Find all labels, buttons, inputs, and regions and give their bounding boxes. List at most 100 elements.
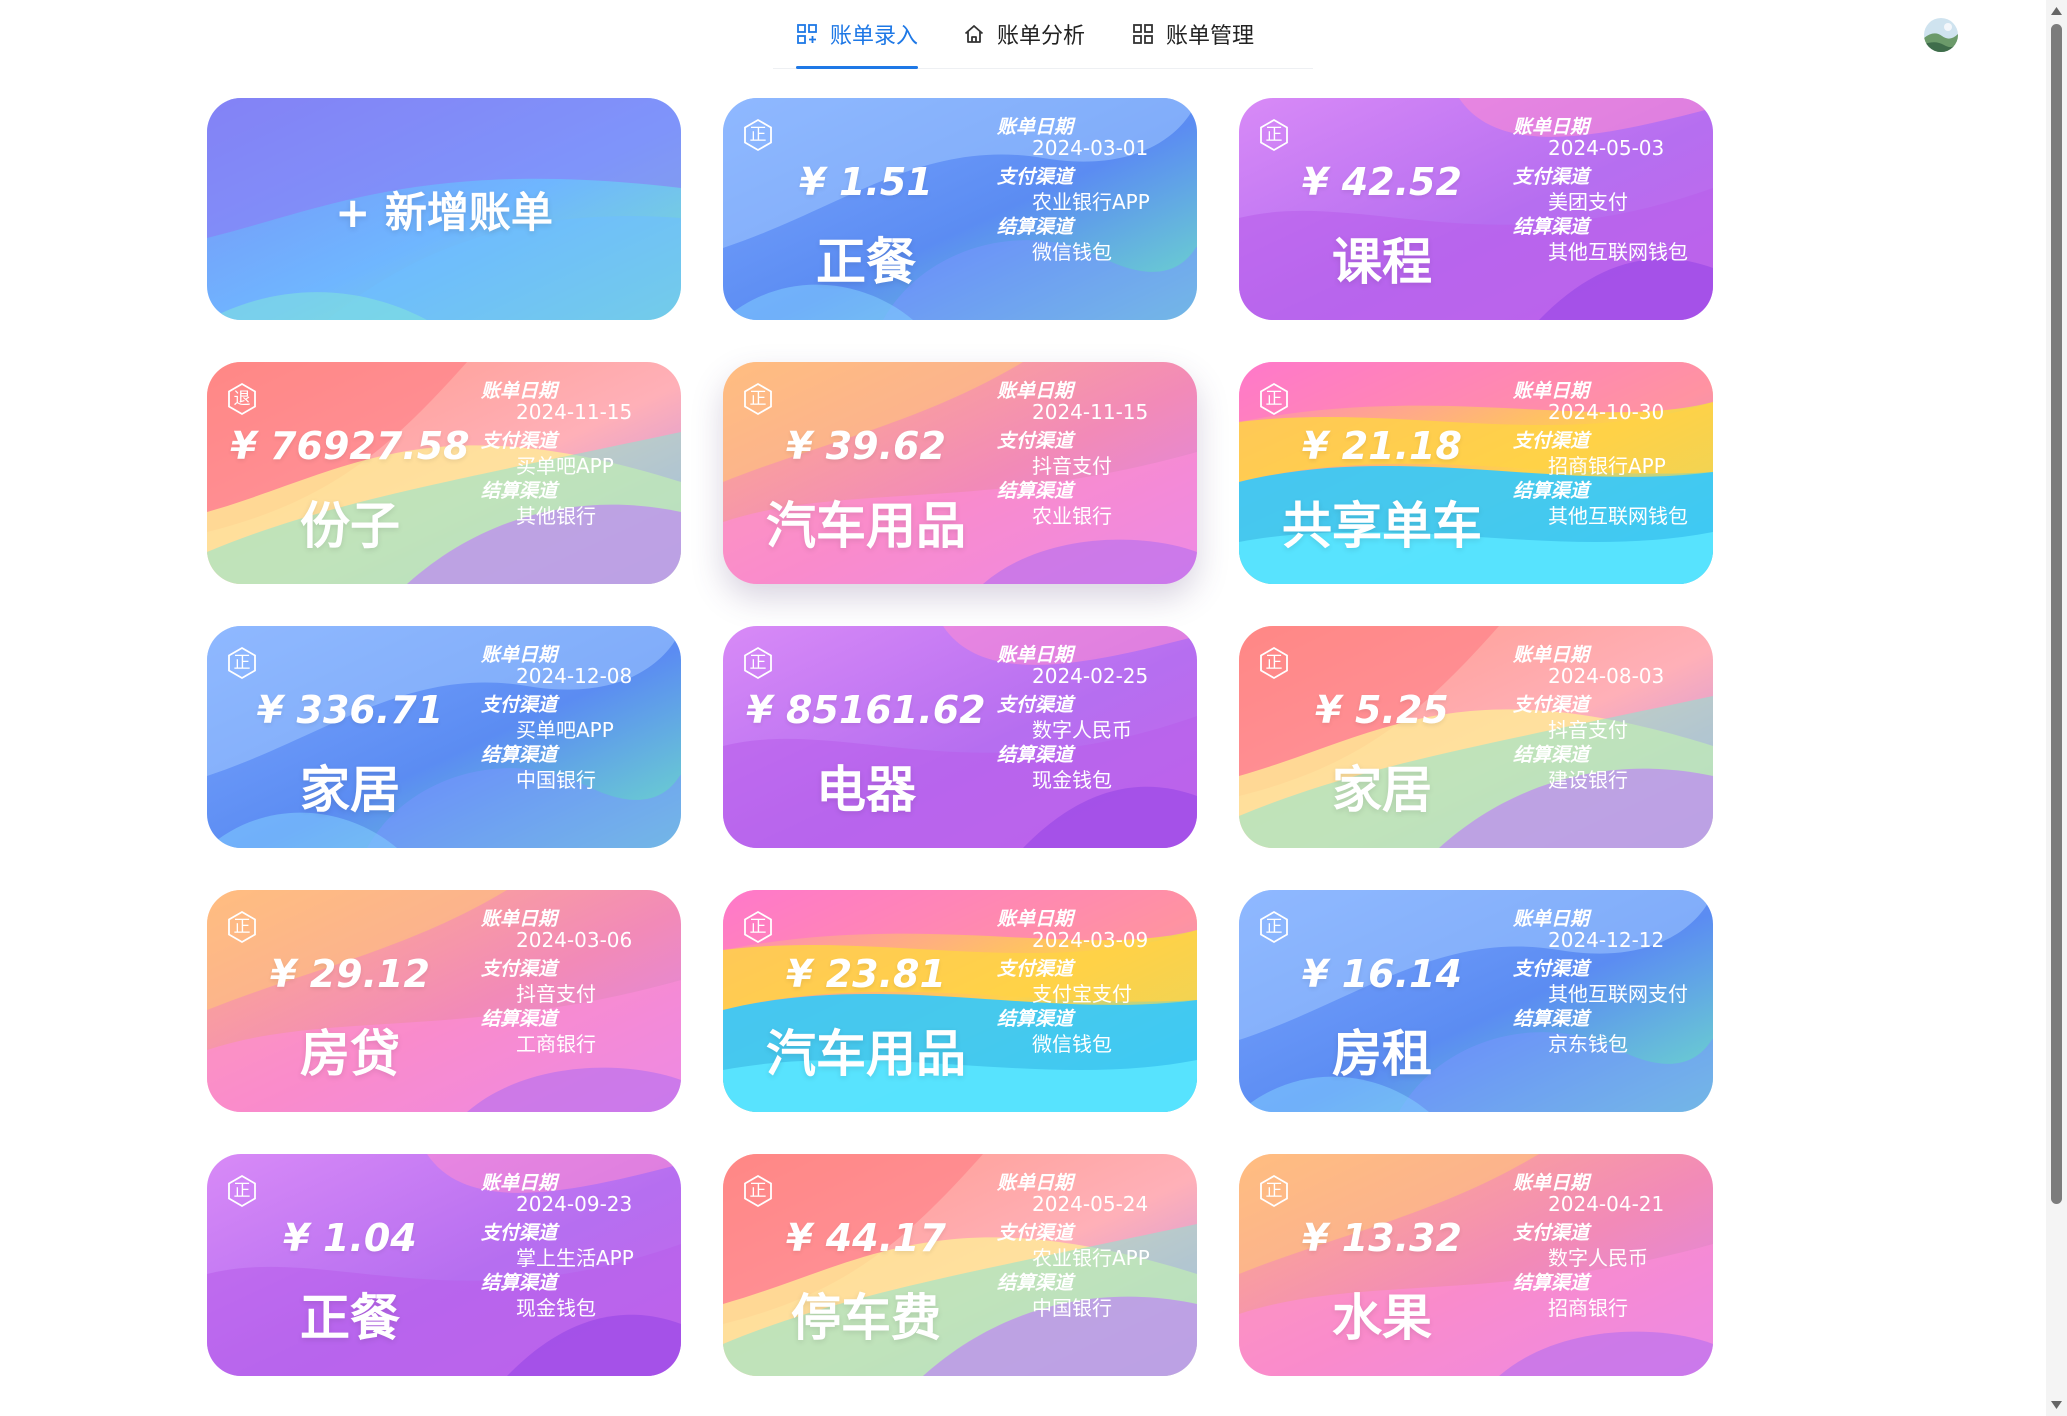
bill-card[interactable]: 退 ¥ 76927.58 份子 账单日期 2024-11-15 支付渠道 买单吧… bbox=[207, 362, 681, 584]
bill-date: 2024-09-23 bbox=[516, 1192, 633, 1216]
bill-card[interactable]: 正 ¥ 16.14 房租 账单日期 2024-12-12 支付渠道 其他互联网支… bbox=[1239, 890, 1713, 1112]
pay-channel-label: 支付渠道 bbox=[481, 430, 558, 452]
settle-channel-value: 微信钱包 bbox=[1032, 1032, 1112, 1056]
date-label: 账单日期 bbox=[997, 380, 1074, 402]
bill-type-badge-icon: 正 bbox=[1257, 646, 1291, 680]
bill-card[interactable]: 正 ¥ 85161.62 电器 账单日期 2024-02-25 支付渠道 数字人… bbox=[723, 626, 1197, 848]
bill-card[interactable]: 正 ¥ 23.81 汽车用品 账单日期 2024-03-09 支付渠道 支付宝支… bbox=[723, 890, 1197, 1112]
bill-type-text: 正 bbox=[233, 1180, 251, 1201]
bill-card[interactable]: 正 ¥ 13.32 水果 账单日期 2024-04-21 支付渠道 数字人民币 … bbox=[1239, 1154, 1713, 1376]
bill-type-text: 正 bbox=[749, 1180, 767, 1201]
settle-channel-value: 中国银行 bbox=[1032, 1296, 1112, 1320]
bill-amount: ¥ 39.62 bbox=[786, 424, 946, 468]
bill-type-badge-icon: 正 bbox=[741, 646, 775, 680]
bill-amount: ¥ 1.04 bbox=[283, 1216, 417, 1260]
date-label: 账单日期 bbox=[1513, 1172, 1590, 1194]
bill-type-text: 正 bbox=[749, 916, 767, 937]
bill-card[interactable]: 正 ¥ 1.04 正餐 账单日期 2024-09-23 支付渠道 掌上生活APP… bbox=[207, 1154, 681, 1376]
bill-amount: ¥ 336.71 bbox=[256, 688, 444, 732]
bill-amount: ¥ 16.14 bbox=[1302, 952, 1462, 996]
date-label: 账单日期 bbox=[1513, 908, 1590, 930]
bill-type-badge-icon: 正 bbox=[225, 646, 259, 680]
pay-channel-label: 支付渠道 bbox=[1513, 166, 1590, 188]
bill-card[interactable]: 正 ¥ 5.25 家居 账单日期 2024-08-03 支付渠道 抖音支付 结算… bbox=[1239, 626, 1713, 848]
bill-date: 2024-05-03 bbox=[1548, 136, 1665, 160]
tab-bill-management[interactable]: 账单管理 bbox=[1132, 0, 1254, 68]
bill-date: 2024-03-09 bbox=[1032, 928, 1149, 952]
bill-amount: ¥ 42.52 bbox=[1302, 160, 1462, 204]
bill-type-badge-icon: 正 bbox=[741, 1174, 775, 1208]
bill-card[interactable]: 正 ¥ 42.52 课程 账单日期 2024-05-03 支付渠道 美团支付 结… bbox=[1239, 98, 1713, 320]
bill-type-text: 正 bbox=[1265, 652, 1283, 673]
home-icon bbox=[963, 23, 985, 45]
settle-channel-label: 结算渠道 bbox=[997, 480, 1074, 502]
bill-date: 2024-10-30 bbox=[1548, 400, 1665, 424]
bill-card[interactable]: 正 ¥ 44.17 停车费 账单日期 2024-05-24 支付渠道 农业银行A… bbox=[723, 1154, 1197, 1376]
tab-label: 账单分析 bbox=[997, 24, 1086, 49]
bill-type-badge-icon: 正 bbox=[741, 118, 775, 152]
settle-channel-label: 结算渠道 bbox=[1513, 1008, 1590, 1030]
bill-type-badge-icon: 正 bbox=[1257, 910, 1291, 944]
bill-type-text: 正 bbox=[1265, 388, 1283, 409]
pay-channel-value: 掌上生活APP bbox=[516, 1246, 634, 1270]
bill-card[interactable]: 正 ¥ 336.71 家居 账单日期 2024-12-08 支付渠道 买单吧AP… bbox=[207, 626, 681, 848]
pay-channel-value: 数字人民币 bbox=[1548, 1246, 1648, 1270]
pay-channel-label: 支付渠道 bbox=[481, 958, 558, 980]
bill-type-badge-icon: 正 bbox=[225, 1174, 259, 1208]
bill-amount: ¥ 23.81 bbox=[786, 952, 946, 996]
settle-channel-value: 建设银行 bbox=[1548, 768, 1628, 792]
settle-channel-label: 结算渠道 bbox=[1513, 216, 1590, 238]
pay-channel-value: 其他互联网支付 bbox=[1548, 982, 1688, 1006]
bill-category: 课程 bbox=[1332, 233, 1432, 291]
date-label: 账单日期 bbox=[997, 116, 1074, 138]
bill-date: 2024-12-12 bbox=[1548, 928, 1665, 952]
settle-channel-value: 其他互联网钱包 bbox=[1548, 504, 1688, 528]
tab-bill-entry[interactable]: 账单录入 bbox=[796, 0, 919, 69]
bill-category: 停车费 bbox=[791, 1289, 941, 1347]
pay-channel-value: 抖音支付 bbox=[1032, 454, 1112, 478]
scroll-down-arrow-icon[interactable] bbox=[2050, 1400, 2063, 1410]
bill-type-text: 正 bbox=[1265, 124, 1283, 145]
scrollbar-thumb[interactable] bbox=[2051, 24, 2062, 1204]
pay-channel-value: 支付宝支付 bbox=[1032, 982, 1132, 1006]
add-bill-card[interactable]: + 新增账单 bbox=[207, 98, 681, 320]
pay-channel-value: 买单吧APP bbox=[516, 454, 614, 478]
settle-channel-value: 现金钱包 bbox=[516, 1296, 596, 1320]
pay-channel-label: 支付渠道 bbox=[1513, 694, 1590, 716]
pay-channel-label: 支付渠道 bbox=[1513, 1222, 1590, 1244]
pay-channel-label: 支付渠道 bbox=[481, 694, 558, 716]
settle-channel-label: 结算渠道 bbox=[997, 1008, 1074, 1030]
bill-card[interactable]: 正 ¥ 21.18 共享单车 账单日期 2024-10-30 支付渠道 招商银行… bbox=[1239, 362, 1713, 584]
add-bill-label: + 新增账单 bbox=[335, 187, 553, 237]
bill-date: 2024-11-15 bbox=[516, 400, 633, 424]
pay-channel-label: 支付渠道 bbox=[997, 166, 1074, 188]
bill-card[interactable]: 正 ¥ 29.12 房贷 账单日期 2024-03-06 支付渠道 抖音支付 结… bbox=[207, 890, 681, 1112]
bill-amount: ¥ 21.18 bbox=[1302, 424, 1462, 468]
date-label: 账单日期 bbox=[997, 644, 1074, 666]
page-scrollbar[interactable] bbox=[2046, 0, 2067, 1416]
bill-card[interactable]: 正 ¥ 1.51 正餐 账单日期 2024-03-01 支付渠道 农业银行APP… bbox=[723, 98, 1197, 320]
date-label: 账单日期 bbox=[481, 644, 558, 666]
pay-channel-value: 数字人民币 bbox=[1032, 718, 1132, 742]
user-avatar[interactable] bbox=[1924, 18, 1958, 52]
bill-category: 电器 bbox=[816, 761, 916, 819]
pay-channel-label: 支付渠道 bbox=[1513, 430, 1590, 452]
settle-channel-label: 结算渠道 bbox=[481, 744, 558, 766]
bill-type-text: 正 bbox=[1265, 1180, 1283, 1201]
settle-channel-label: 结算渠道 bbox=[997, 1272, 1074, 1294]
bill-type-text: 正 bbox=[749, 124, 767, 145]
bill-type-badge-icon: 正 bbox=[741, 382, 775, 416]
tab-label: 账单录入 bbox=[830, 24, 919, 49]
tab-bill-analysis[interactable]: 账单分析 bbox=[963, 0, 1085, 68]
pay-channel-value: 农业银行APP bbox=[1032, 190, 1150, 214]
settle-channel-value: 京东钱包 bbox=[1548, 1032, 1628, 1056]
settle-channel-value: 农业银行 bbox=[1032, 504, 1112, 528]
bill-type-text: 正 bbox=[233, 652, 251, 673]
settle-channel-label: 结算渠道 bbox=[481, 1272, 558, 1294]
bill-date: 2024-03-01 bbox=[1032, 136, 1149, 160]
bill-card[interactable]: 正 ¥ 39.62 汽车用品 账单日期 2024-11-15 支付渠道 抖音支付… bbox=[723, 362, 1197, 584]
settle-channel-label: 结算渠道 bbox=[1513, 480, 1590, 502]
scroll-up-arrow-icon[interactable] bbox=[2050, 6, 2063, 16]
date-label: 账单日期 bbox=[997, 908, 1074, 930]
bill-category: 家居 bbox=[1332, 761, 1432, 819]
